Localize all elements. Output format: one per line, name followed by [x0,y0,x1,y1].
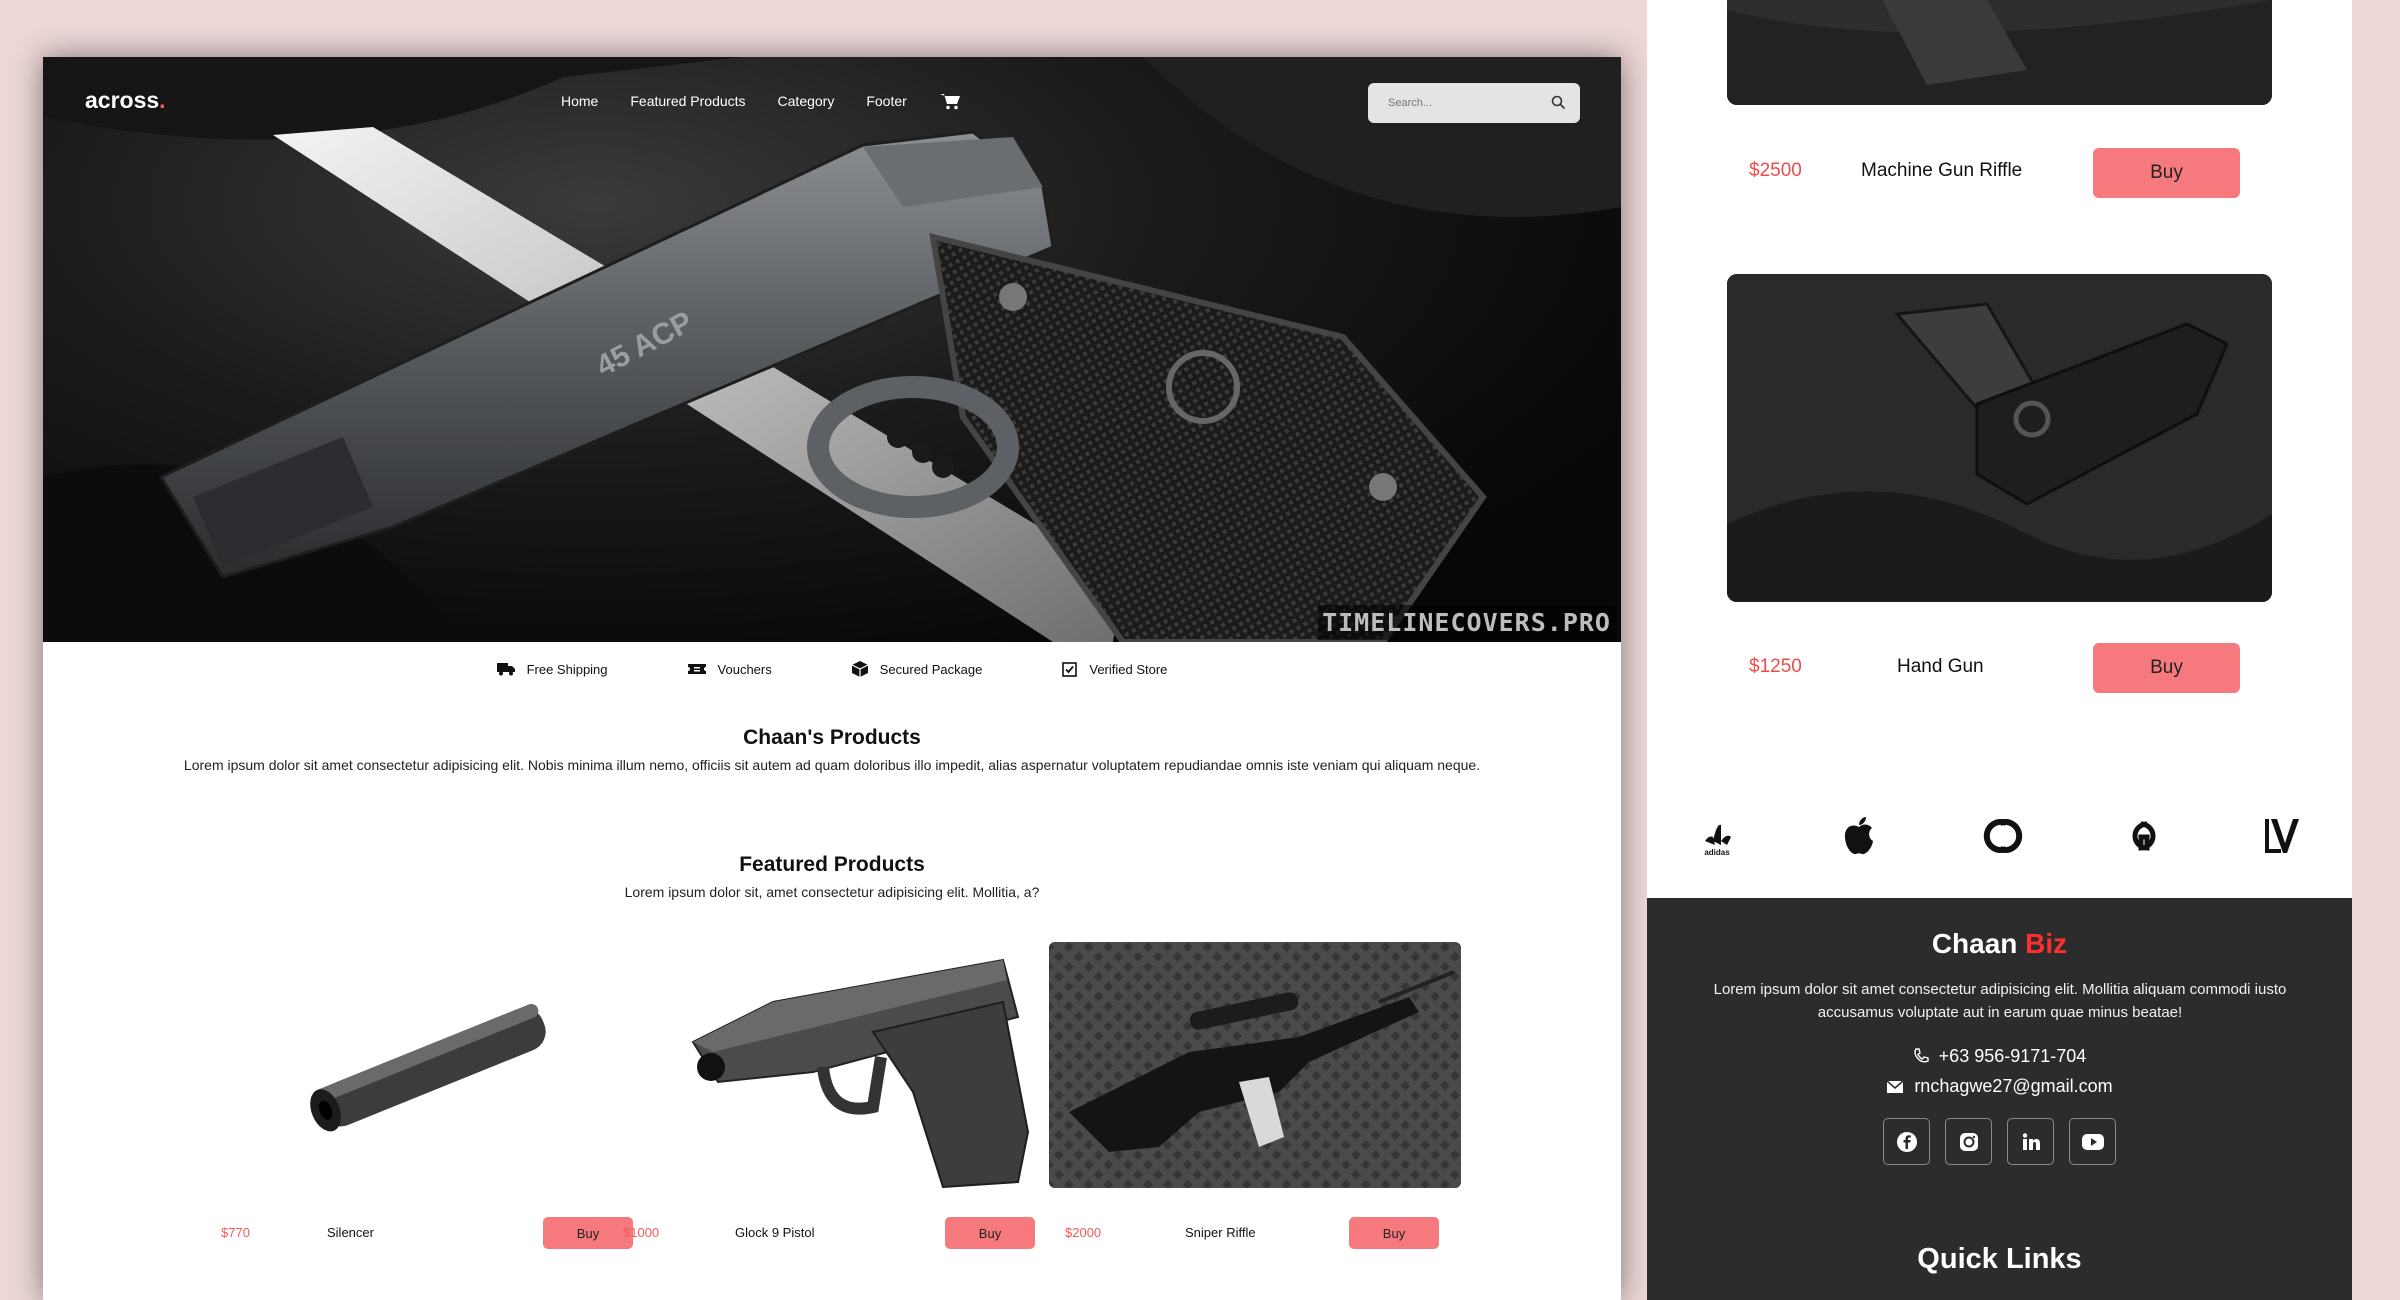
buy-button[interactable]: Buy [2093,643,2240,693]
sniper-rifle-image [1049,942,1461,1188]
nav-featured-products[interactable]: Featured Products [630,93,745,109]
site-logo[interactable]: across. [85,87,166,114]
feature-vouchers: Vouchers [687,661,772,677]
hand-gun-image [1727,274,2272,602]
product-name: Machine Gun Riffle [1861,160,2023,181]
desktop-page: 45 ACP TIMELINECOVERS.PRO across. Home F… [43,57,1621,1300]
product-name: Silencer [327,1225,374,1240]
products-description: Lorem ipsum dolor sit amet consectetur a… [183,757,1481,773]
cart-icon[interactable] [939,92,961,110]
feature-strip: Free Shipping Vouchers Secured Package V… [43,661,1621,677]
facebook-icon[interactable] [1883,1118,1930,1165]
feature-secured-package: Secured Package [851,661,982,677]
products-title: Chaan's Products [743,726,921,749]
product-price: $1250 [1749,656,1802,677]
apple-logo-icon[interactable] [1842,815,1876,862]
nav-footer[interactable]: Footer [866,93,906,109]
product-row: $2000 Sniper Riffle Buy [1049,1217,1461,1249]
check-square-icon [1062,661,1078,677]
product-price: $2500 [1749,160,1802,181]
mail-icon [1886,1080,1904,1093]
product-card-glock: $1000 Glock 9 Pistol Buy [623,942,1035,1300]
search-box [1368,83,1580,123]
feature-free-shipping: Free Shipping [496,661,608,677]
svg-text:adidas: adidas [1704,848,1730,857]
hero-banner: 45 ACP TIMELINECOVERS.PRO across. Home F… [43,57,1621,642]
quick-links-heading: Quick Links [1917,1243,2082,1275]
ticket-icon [687,664,706,674]
product-name: Glock 9 Pistol [735,1225,815,1240]
package-icon [851,661,868,677]
product-card-silencer: $770 Silencer Buy [221,942,633,1300]
product-name: Sniper Riffle [1185,1225,1256,1240]
product-price: $770 [221,1225,250,1240]
footer-email[interactable]: rnchagwe27@gmail.com [1647,1076,2352,1097]
buy-button[interactable]: Buy [945,1217,1035,1249]
youtube-icon[interactable] [2069,1118,2116,1165]
feature-verified-store: Verified Store [1062,661,1167,677]
silencer-image [221,942,633,1188]
footer-description: Lorem ipsum dolor sit amet consectetur a… [1713,981,2287,1021]
footer-title: Chaan Biz [1931,928,2068,959]
featured-description: Lorem ipsum dolor sit, amet consectetur … [624,884,1040,900]
machine-gun-image [1727,0,2272,105]
buy-button[interactable]: Buy [543,1217,633,1249]
product-price: $1000 [623,1225,660,1240]
linkedin-icon[interactable] [2007,1118,2054,1165]
nav-category[interactable]: Category [778,93,835,109]
product-price: $2000 [1065,1225,1102,1240]
product-row: $1000 Glock 9 Pistol Buy [623,1217,1035,1249]
truck-icon [496,663,515,676]
louis-vuitton-logo-icon[interactable] [2261,815,2301,862]
nav-home[interactable]: Home [561,93,598,109]
social-links [1883,1118,2116,1165]
phone-icon [1913,1048,1929,1063]
instagram-icon[interactable] [1945,1118,1992,1165]
search-icon[interactable] [1551,95,1566,110]
product-name: Hand Gun [1897,656,1984,677]
product-row: $770 Silencer Buy [221,1217,633,1249]
main-nav: Home Featured Products Category Footer [561,92,961,110]
hero-pistol-image: 45 ACP [43,57,1621,642]
mobile-page: $2500 Machine Gun Riffle Buy $1250 Hand … [1647,0,2352,1300]
buy-button[interactable]: Buy [1349,1217,1439,1249]
hero-watermark: TIMELINECOVERS.PRO [1318,605,1615,640]
buy-button[interactable]: Buy [2093,148,2240,198]
product-card-sniper: $2000 Sniper Riffle Buy [1049,942,1461,1300]
search-input[interactable] [1368,83,1548,123]
adidas-logo-icon[interactable]: adidas [1697,815,1737,864]
mobile-footer: Chaan Biz Lorem ipsum dolor sit amet con… [1647,898,2352,1300]
footer-phone[interactable]: +63 956-9171-704 [1647,1046,2352,1067]
brand-logos: adidas [1647,815,2352,865]
glock-image [623,942,1035,1188]
featured-title: Featured Products [739,853,925,876]
gucci-logo-icon[interactable] [2119,815,2169,862]
chanel-logo-icon[interactable] [1980,815,2026,862]
